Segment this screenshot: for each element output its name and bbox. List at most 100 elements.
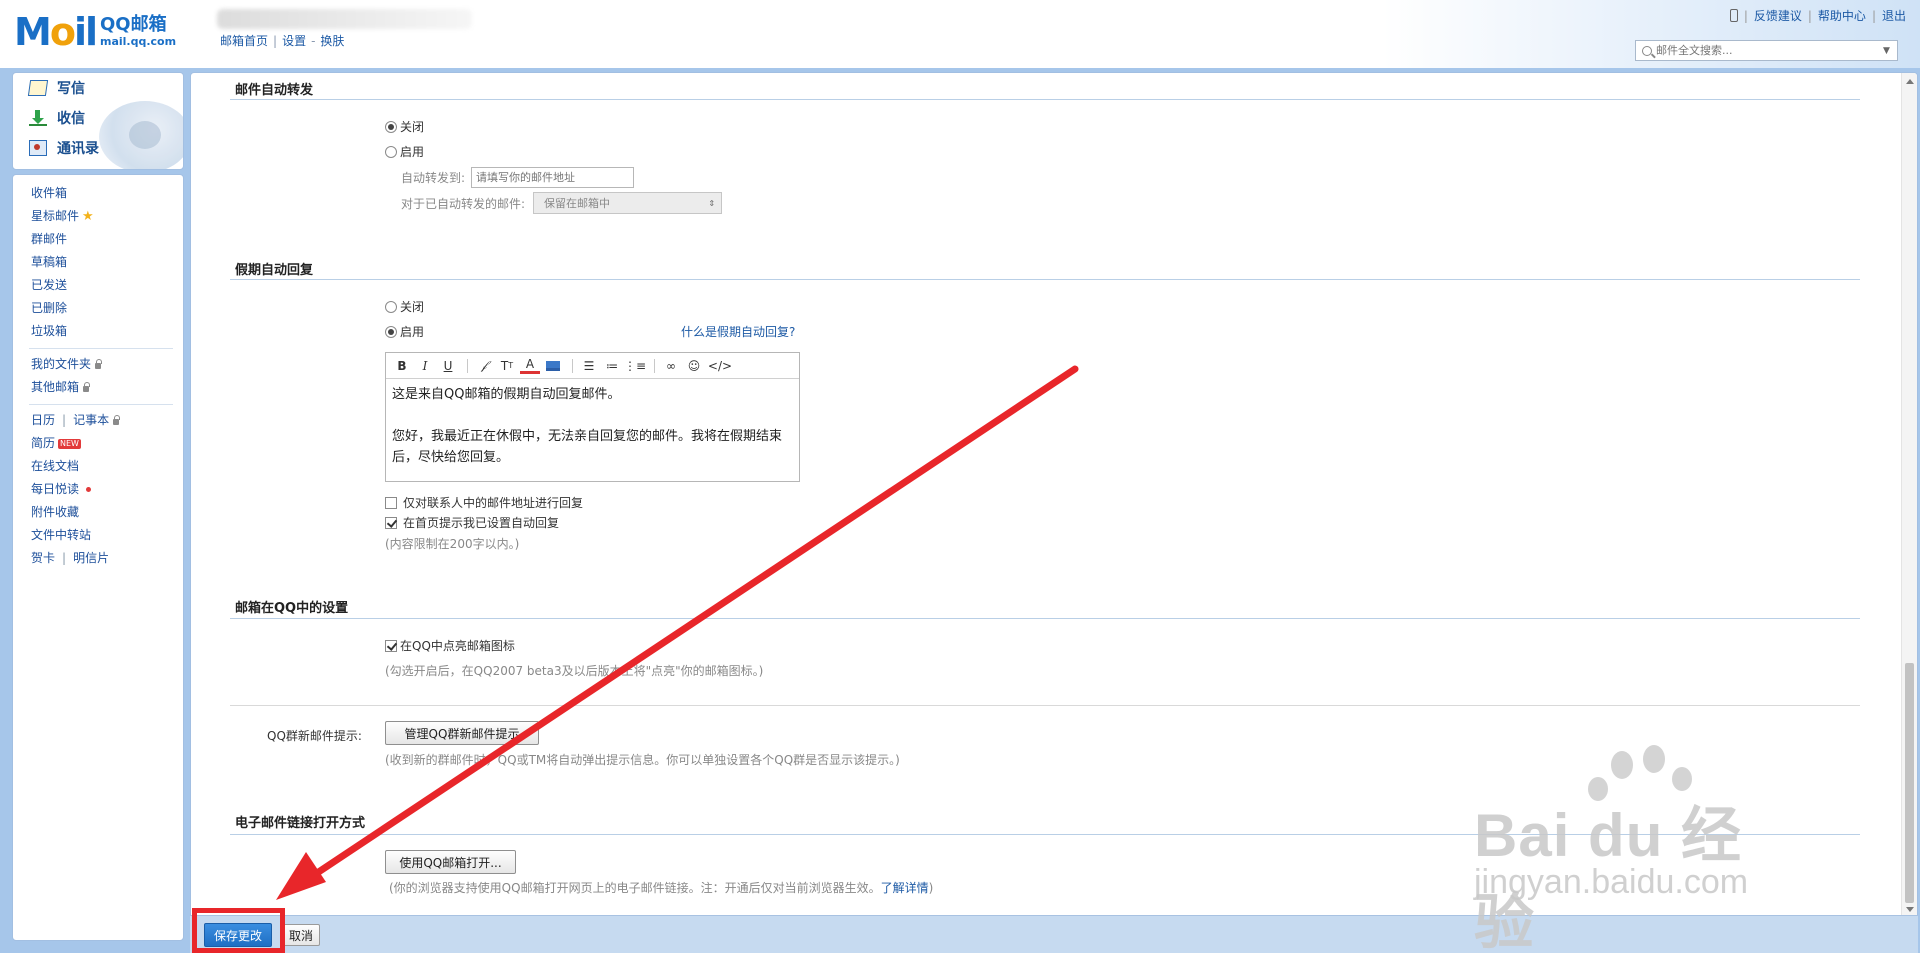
cancel-button[interactable]: 取消	[282, 924, 320, 946]
forward-off-radio[interactable]	[385, 120, 397, 133]
mobile-phone-icon[interactable]	[1729, 9, 1738, 22]
vacation-off-radio[interactable]	[385, 300, 397, 313]
lock-icon	[113, 414, 121, 425]
forward-on-radio[interactable]	[385, 145, 397, 158]
compose-button[interactable]: 写信	[13, 73, 183, 103]
change-skin-link[interactable]: 换肤	[320, 34, 344, 48]
text-color-icon[interactable]: A	[520, 358, 540, 374]
sidebar-item-deleted[interactable]: 已删除	[31, 297, 183, 320]
content-limit-note: (内容限制在200字以内。)	[385, 537, 520, 551]
divider	[29, 404, 173, 405]
use-qq-mail-open-button[interactable]: 使用QQ邮箱打开...	[385, 850, 516, 874]
contacts-only-option[interactable]: 仅对联系人中的邮件地址进行回复	[385, 494, 583, 511]
qq-mail-logo[interactable]: Moil QQ邮箱 mail.qq.com	[14, 12, 176, 52]
learn-more-link[interactable]: 了解详情	[881, 879, 929, 896]
separator: |	[1871, 8, 1876, 23]
scroll-up-arrow-icon[interactable]	[1906, 79, 1914, 84]
link-open-note: (你的浏览器支持使用QQ邮箱打开网页上的电子邮件链接。注：开通后仅对当前浏览器生…	[389, 879, 933, 896]
sidebar-item-file-transfer[interactable]: 文件中转站	[31, 524, 183, 547]
homepage-hint-option[interactable]: 在首页提示我已设置自动回复	[385, 514, 559, 531]
highlight-color-icon[interactable]	[543, 356, 563, 376]
logout-link[interactable]: 退出	[1882, 7, 1906, 24]
sidebar-row-calendar: 日历 | 记事本	[31, 409, 183, 432]
top-nav-links: 邮箱首页 | 设置 - 换肤	[220, 32, 344, 49]
mail-search-box[interactable]: ▼	[1635, 40, 1898, 61]
forward-off-label: 关闭	[400, 120, 425, 134]
vacation-on-radio[interactable]	[385, 325, 397, 338]
what-is-vacation-reply-link[interactable]: 什么是假期自动回复?	[681, 323, 795, 340]
forward-address-input[interactable]	[471, 167, 635, 188]
mail-home-link[interactable]: 邮箱首页	[220, 34, 268, 48]
sidebar-item-group-mail[interactable]: 群邮件	[31, 228, 183, 251]
sidebar-item-spam[interactable]: 垃圾箱	[31, 320, 183, 343]
forward-on-label: 启用	[400, 145, 425, 159]
link-icon[interactable]: ∞	[661, 356, 681, 376]
forward-off-option[interactable]: 关闭	[385, 118, 424, 135]
forward-after-select[interactable]: 保留在邮箱中 ⇕	[533, 192, 723, 214]
align-icon[interactable]: ☰	[579, 356, 599, 376]
receive-button[interactable]: 收信	[13, 103, 183, 133]
qq-group-label: QQ群新邮件提示:	[267, 729, 362, 743]
sidebar-item-online-docs[interactable]: 在线文档	[31, 455, 183, 478]
bold-icon[interactable]: B	[392, 356, 412, 376]
forward-after-value: 保留在邮箱中	[544, 197, 611, 210]
contacts-only-label: 仅对联系人中的邮件地址进行回复	[403, 496, 584, 510]
sidebar-item-resume[interactable]: 简历 NEW	[31, 432, 183, 455]
star-icon: ★	[82, 209, 94, 224]
homepage-hint-checkbox[interactable]	[385, 516, 397, 529]
scroll-down-arrow-icon[interactable]	[1906, 907, 1914, 912]
settings-link[interactable]: 设置	[282, 34, 306, 48]
reply-content-area[interactable]: 这是来自QQ邮箱的假期自动回复邮件。 您好，我最近正在休假中，无法亲自回复您的邮…	[386, 379, 799, 473]
unread-dot-icon	[86, 487, 92, 492]
receive-label: 收信	[57, 111, 85, 127]
contacts-only-checkbox[interactable]	[385, 496, 397, 509]
vacation-on-option[interactable]: 启用	[385, 323, 424, 340]
sidebar-item-my-folders[interactable]: 我的文件夹	[31, 353, 183, 376]
contacts-button[interactable]: 通讯录	[13, 133, 183, 163]
sidebar-item-starred[interactable]: 星标邮件 ★	[31, 205, 183, 228]
separator: |	[1743, 8, 1748, 23]
search-input[interactable]	[1656, 44, 1881, 57]
forward-on-option[interactable]: 启用	[385, 143, 424, 160]
vacation-off-option[interactable]: 关闭	[385, 298, 424, 315]
sidebar-item-attachments[interactable]: 附件收藏	[31, 501, 183, 524]
separator: |	[62, 413, 67, 427]
compose-label: 写信	[57, 81, 85, 97]
sidebar-item-sent[interactable]: 已发送	[31, 274, 183, 297]
bottom-action-bar: 保存更改 取消	[190, 915, 1918, 953]
sidebar-item-label: 其他邮箱	[31, 380, 80, 394]
indent-icon[interactable]: ⋮≡	[624, 356, 646, 376]
vacation-on-label: 启用	[400, 325, 425, 339]
manage-qq-group-button[interactable]: 管理QQ群新邮件提示	[385, 721, 539, 745]
bullet-list-icon[interactable]: ≔	[602, 356, 622, 376]
chevron-down-icon[interactable]: ▼	[1883, 46, 1890, 56]
light-icon-checkbox[interactable]	[385, 639, 397, 652]
underline-icon[interactable]: U	[438, 356, 458, 376]
source-code-icon[interactable]: </>	[707, 356, 733, 376]
sidebar-item-calendar[interactable]: 日历	[31, 409, 55, 432]
section-title-qq-settings: 邮箱在QQ中的设置	[235, 601, 349, 616]
separator: |	[62, 551, 67, 565]
scrollbar-thumb[interactable]	[1905, 663, 1914, 903]
sidebar-item-drafts[interactable]: 草稿箱	[31, 251, 183, 274]
top-right-links: | 反馈建议 | 帮助中心 | 退出	[1729, 7, 1906, 24]
forward-to-row: 自动转发到:	[401, 167, 635, 188]
sidebar-item-greeting-card[interactable]: 贺卡	[31, 547, 55, 570]
emoji-icon[interactable]: ☺	[684, 356, 704, 376]
sidebar-item-daily-reading[interactable]: 每日悦读	[31, 478, 183, 501]
sidebar-item-postcard[interactable]: 明信片	[73, 547, 109, 570]
vertical-scrollbar[interactable]	[1901, 73, 1917, 916]
light-icon-option[interactable]: 在QQ中点亮邮箱图标	[385, 637, 515, 654]
qq-group-note: (收到新的群邮件时，QQ或TM将自动弹出提示信息。你可以单独设置各个QQ群是否显…	[385, 753, 900, 767]
sidebar-item-inbox[interactable]: 收件箱	[31, 182, 183, 205]
help-center-link[interactable]: 帮助中心	[1818, 7, 1866, 24]
font-size-icon[interactable]: TT	[497, 356, 517, 376]
logo-cn-text: QQ邮箱	[100, 14, 167, 35]
reply-line-1: 这是来自QQ邮箱的假期自动回复邮件。	[392, 387, 621, 402]
italic-icon[interactable]: I	[415, 356, 435, 376]
sidebar-item-notepad[interactable]: 记事本	[73, 409, 109, 432]
font-icon[interactable]: 𝒻	[474, 356, 494, 376]
sidebar-item-other-mailbox[interactable]: 其他邮箱	[31, 376, 183, 399]
reply-editor: B I U 𝒻 TT A ☰ ≔ ⋮≡ ∞ ☺ </> 这是来自QQ邮箱的假期自…	[385, 352, 800, 482]
feedback-link[interactable]: 反馈建议	[1754, 7, 1802, 24]
